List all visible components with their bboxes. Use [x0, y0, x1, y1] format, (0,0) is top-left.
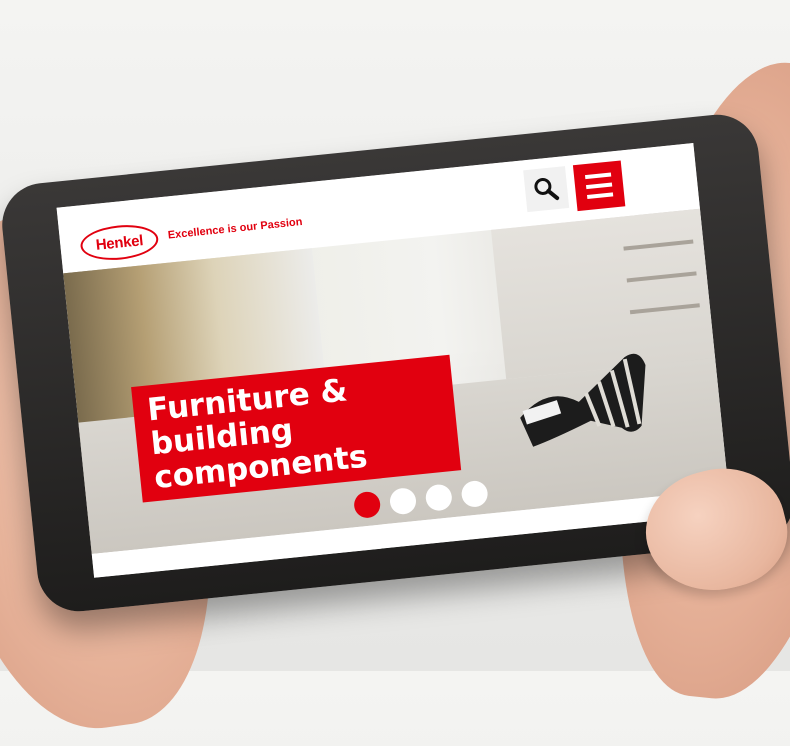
carousel-dot-1[interactable]	[352, 490, 382, 520]
search-button[interactable]	[523, 166, 570, 213]
hamburger-menu-icon	[584, 172, 612, 180]
menu-button[interactable]	[572, 160, 626, 212]
lounge-chair-image	[520, 353, 646, 447]
logo-text: Henkel	[94, 231, 144, 254]
henkel-logo[interactable]: Henkel	[78, 221, 160, 264]
carousel-dot-3[interactable]	[424, 483, 454, 512]
brand-tagline: Excellence is our Passion	[167, 215, 303, 242]
search-icon	[534, 177, 560, 201]
phone-screen: Henkel Excellence is our Passion Furnitu…	[56, 143, 731, 578]
carousel-dot-2[interactable]	[388, 486, 418, 516]
carousel-dot-4[interactable]	[460, 479, 489, 509]
